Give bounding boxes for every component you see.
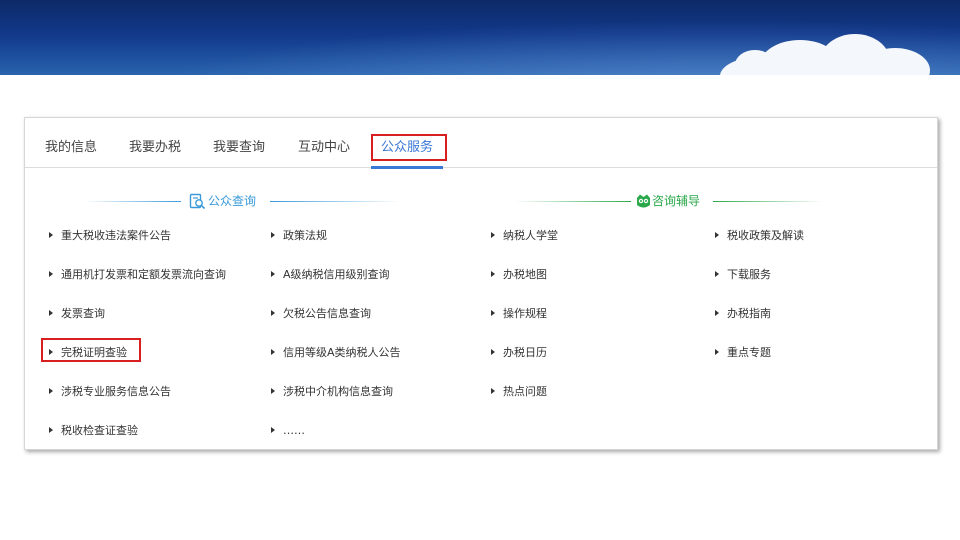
caret-right-icon bbox=[491, 310, 495, 316]
tab-my-info[interactable]: 我的信息 bbox=[45, 118, 97, 168]
caret-right-icon bbox=[271, 271, 275, 277]
link-more[interactable]: …… bbox=[271, 423, 305, 439]
active-tab-indicator bbox=[371, 166, 443, 169]
link-key-topics[interactable]: 重点专题 bbox=[715, 345, 771, 361]
link-policy-regulations[interactable]: 政策法规 bbox=[271, 228, 327, 244]
caret-right-icon bbox=[271, 310, 275, 316]
caret-right-icon bbox=[49, 271, 53, 277]
tab-tax-handling[interactable]: 我要办税 bbox=[129, 118, 181, 168]
link-tax-guide[interactable]: 办税指南 bbox=[715, 306, 771, 322]
caret-right-icon bbox=[491, 271, 495, 277]
link-procedures[interactable]: 操作规程 bbox=[491, 306, 547, 322]
tab-query[interactable]: 我要查询 bbox=[213, 118, 265, 168]
caret-right-icon bbox=[491, 232, 495, 238]
caret-right-icon bbox=[271, 349, 275, 355]
section-consult: 咨询辅导 bbox=[475, 191, 895, 211]
link-hot-questions[interactable]: 热点问题 bbox=[491, 384, 547, 400]
caret-right-icon bbox=[715, 271, 719, 277]
link-intermediary-query[interactable]: 涉税中介机构信息查询 bbox=[271, 384, 393, 400]
search-document-icon bbox=[189, 193, 206, 210]
caret-right-icon bbox=[49, 388, 53, 394]
link-tax-map[interactable]: 办税地图 bbox=[491, 267, 547, 283]
tab-interaction[interactable]: 互动中心 bbox=[298, 118, 350, 168]
link-taxpayer-school[interactable]: 纳税人学堂 bbox=[491, 228, 558, 244]
link-invoice-flow-query[interactable]: 通用机打发票和定额发票流向查询 bbox=[49, 267, 226, 283]
owl-icon bbox=[637, 194, 650, 208]
link-tax-arrears-query[interactable]: 欠税公告信息查询 bbox=[271, 306, 371, 322]
tab-bar: 我的信息 我要办税 我要查询 互动中心 公众服务 bbox=[25, 118, 937, 169]
link-credit-level-query[interactable]: A级纳税信用级别查询 bbox=[271, 267, 390, 283]
link-professional-service-notice[interactable]: 涉税专业服务信息公告 bbox=[49, 384, 171, 400]
link-major-violation-notice[interactable]: 重大税收违法案件公告 bbox=[49, 228, 171, 244]
caret-right-icon bbox=[715, 310, 719, 316]
link-tax-calendar[interactable]: 办税日历 bbox=[491, 345, 547, 361]
caret-right-icon bbox=[271, 232, 275, 238]
caret-right-icon bbox=[271, 388, 275, 394]
link-inspection-certificate-verify[interactable]: 税收检查证查验 bbox=[49, 423, 138, 439]
caret-right-icon bbox=[491, 349, 495, 355]
caret-right-icon bbox=[49, 427, 53, 433]
link-invoice-query[interactable]: 发票查询 bbox=[49, 306, 105, 322]
highlight-box-tab bbox=[371, 134, 447, 161]
section-title-consult: 咨询辅导 bbox=[652, 194, 701, 208]
section-public-query: 公众查询 bbox=[25, 191, 445, 211]
caret-right-icon bbox=[49, 310, 53, 316]
link-tax-policy-interpretation[interactable]: 税收政策及解读 bbox=[715, 228, 804, 244]
caret-right-icon bbox=[491, 388, 495, 394]
caret-right-icon bbox=[271, 427, 275, 433]
caret-right-icon bbox=[715, 349, 719, 355]
link-a-class-taxpayer-notice[interactable]: 信用等级A类纳税人公告 bbox=[271, 345, 401, 361]
section-title-public-query: 公众查询 bbox=[208, 194, 257, 208]
link-download-service[interactable]: 下载服务 bbox=[715, 267, 771, 283]
caret-right-icon bbox=[49, 232, 53, 238]
caret-right-icon bbox=[715, 232, 719, 238]
highlight-box-item bbox=[41, 338, 141, 362]
public-service-panel: 我的信息 我要办税 我要查询 互动中心 公众服务 公众查询 咨询辅导 重大税收违… bbox=[24, 117, 938, 450]
header-banner bbox=[0, 0, 960, 75]
